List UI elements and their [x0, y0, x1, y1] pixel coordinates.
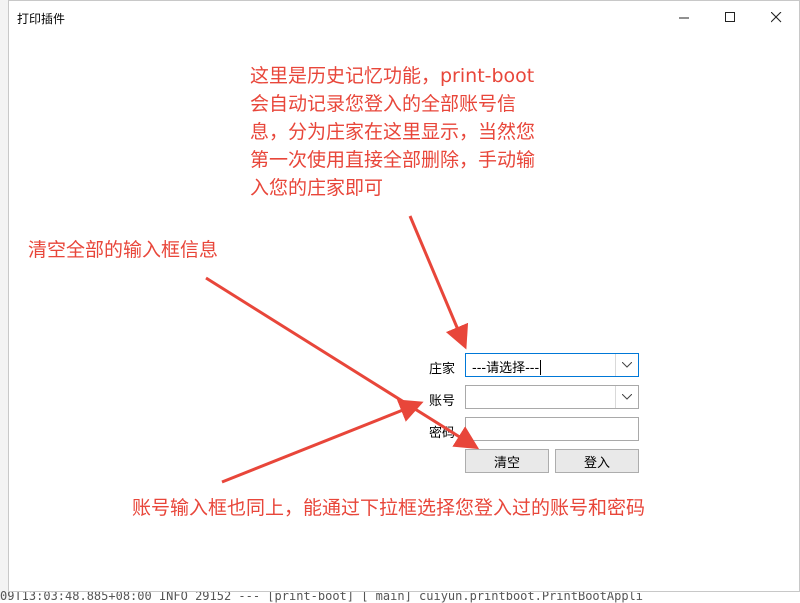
- chevron-down-icon: [622, 362, 632, 368]
- clear-button[interactable]: 清空: [465, 449, 549, 473]
- annotation-history-note: 这里是历史记忆功能，print-boot 会自动记录您登入的全部账号信 息，分为…: [250, 62, 590, 202]
- annotation-clear-note: 清空全部的输入框信息: [28, 239, 219, 261]
- close-icon: [770, 11, 781, 22]
- dealer-dropdown-button[interactable]: [615, 354, 638, 376]
- account-dropdown-button[interactable]: [615, 386, 638, 408]
- chevron-down-icon: [622, 394, 632, 400]
- annotation-line: 这里是历史记忆功能，print-boot: [250, 65, 535, 87]
- account-combobox[interactable]: [465, 385, 639, 409]
- dealer-combobox-value: ---请选择---: [472, 360, 542, 376]
- password-field[interactable]: [465, 417, 639, 441]
- close-button[interactable]: [753, 1, 799, 33]
- dealer-combobox[interactable]: ---请选择---: [465, 353, 639, 377]
- maximize-button[interactable]: [707, 1, 753, 33]
- annotation-line: 息，分为庄家在这里显示，当然您: [250, 121, 536, 143]
- title-bar[interactable]: 打印插件: [9, 1, 799, 33]
- annotation-account-note: 账号输入框也同上，能通过下拉框选择您登入过的账号和密码: [132, 497, 646, 519]
- login-button[interactable]: 登入: [555, 449, 639, 473]
- annotation-line: 入您的庄家即可: [250, 177, 384, 199]
- annotation-line: 会自动记录您登入的全部账号信: [250, 93, 517, 115]
- account-label: 账号: [429, 394, 456, 409]
- maximize-icon: [724, 11, 735, 22]
- minimize-icon: [678, 17, 689, 18]
- window-title: 打印插件: [17, 12, 66, 26]
- dealer-label: 庄家: [429, 362, 456, 377]
- password-label: 密码: [429, 426, 456, 441]
- annotation-line: 第一次使用直接全部删除，手动输: [250, 149, 536, 171]
- minimize-button[interactable]: [661, 1, 707, 33]
